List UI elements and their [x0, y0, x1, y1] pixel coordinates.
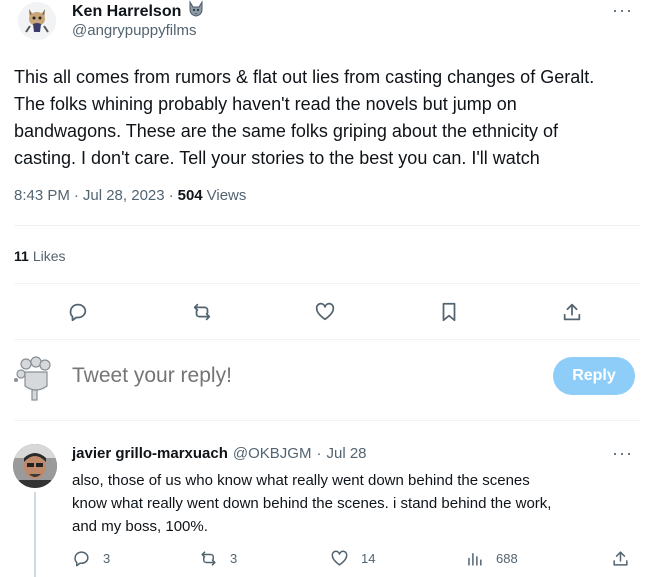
like-count: 14 [361, 551, 376, 566]
reply-icon [74, 551, 89, 567]
reply-author-avatar[interactable] [13, 444, 57, 488]
reply-like-action[interactable]: 14 [330, 549, 375, 568]
author-name[interactable]: Ken Harrelson [72, 0, 205, 23]
reply-more-options-icon[interactable]: ··· [612, 443, 633, 464]
my-avatar [12, 356, 56, 402]
share-icon[interactable] [560, 300, 584, 324]
dog-avatar-illustration [18, 2, 56, 40]
retweet-icon [201, 551, 216, 566]
tweet-text-line: casting. I don't care. Tell your stories… [14, 148, 540, 168]
reply-author-name[interactable]: javier grillo-marxuach [72, 445, 228, 462]
tweet-text-line: This all comes from rumors & flat out li… [14, 67, 595, 87]
reply-text-line: and my boss, 100%. [72, 518, 208, 535]
reply-reply-action[interactable]: 3 [72, 549, 110, 568]
reply-retweet-action[interactable]: 3 [199, 549, 237, 568]
wolf-icon [187, 0, 205, 23]
reply-views-action[interactable]: 688 [465, 549, 518, 568]
reply-share-action[interactable] [611, 549, 630, 568]
tweet-text-line: bandwagons. These are the same folks gri… [14, 121, 559, 141]
reply-icon[interactable] [66, 300, 90, 324]
tweet-text: This all comes from rumors & flat out li… [14, 64, 639, 172]
reply-composer-input[interactable] [72, 364, 372, 388]
views-label: Views [206, 187, 247, 204]
more-options-icon[interactable]: ··· [612, 0, 633, 21]
author-avatar[interactable] [18, 2, 56, 40]
thread-line [34, 492, 36, 577]
tweet-time[interactable]: 8:43 PM [14, 187, 70, 204]
bookmark-icon[interactable] [437, 300, 461, 324]
reply-date[interactable]: Jul 28 [326, 445, 366, 462]
meta-dot: · [73, 187, 79, 204]
reply-count: 3 [103, 551, 111, 566]
reply-dot: · [316, 445, 322, 462]
divider [14, 283, 640, 284]
reply-text-line: also, those of us who know what really w… [72, 472, 530, 489]
retweet-count: 3 [230, 551, 238, 566]
like-icon[interactable] [313, 300, 337, 324]
share-icon [613, 551, 628, 566]
views-count: 688 [496, 551, 518, 566]
views-count: 504 [177, 187, 203, 204]
reply-text-line: know what really went down behind the sc… [72, 495, 552, 512]
retweet-icon[interactable] [190, 300, 214, 324]
reply-author-handle[interactable]: @OKBJGM [233, 445, 312, 462]
likes-label[interactable]: Likes [33, 248, 66, 264]
author-handle[interactable]: @angrypuppyfilms [72, 22, 196, 39]
divider [14, 225, 640, 226]
reply-header: javier grillo-marxuach @OKBJGM · Jul 28 [72, 445, 367, 462]
divider [14, 339, 640, 340]
meta-dot: · [168, 187, 174, 204]
tweet-date[interactable]: Jul 28, 2023 [83, 187, 165, 204]
analytics-icon [468, 552, 482, 566]
divider [14, 420, 640, 421]
like-icon [331, 550, 348, 566]
reply-text: also, those of us who know what really w… [72, 469, 632, 538]
reply-button[interactable]: Reply [553, 357, 635, 395]
tweet-meta: 8:43 PM · Jul 28, 2023 · 504 Views [14, 187, 246, 204]
reply-author-photo [13, 444, 57, 488]
tweet-text-line: The folks whining probably haven't read … [14, 94, 517, 114]
likes-count[interactable]: 11 [14, 248, 29, 264]
likes-summary[interactable]: 11 Likes [14, 248, 66, 264]
author-name-text[interactable]: Ken Harrelson [72, 3, 181, 21]
